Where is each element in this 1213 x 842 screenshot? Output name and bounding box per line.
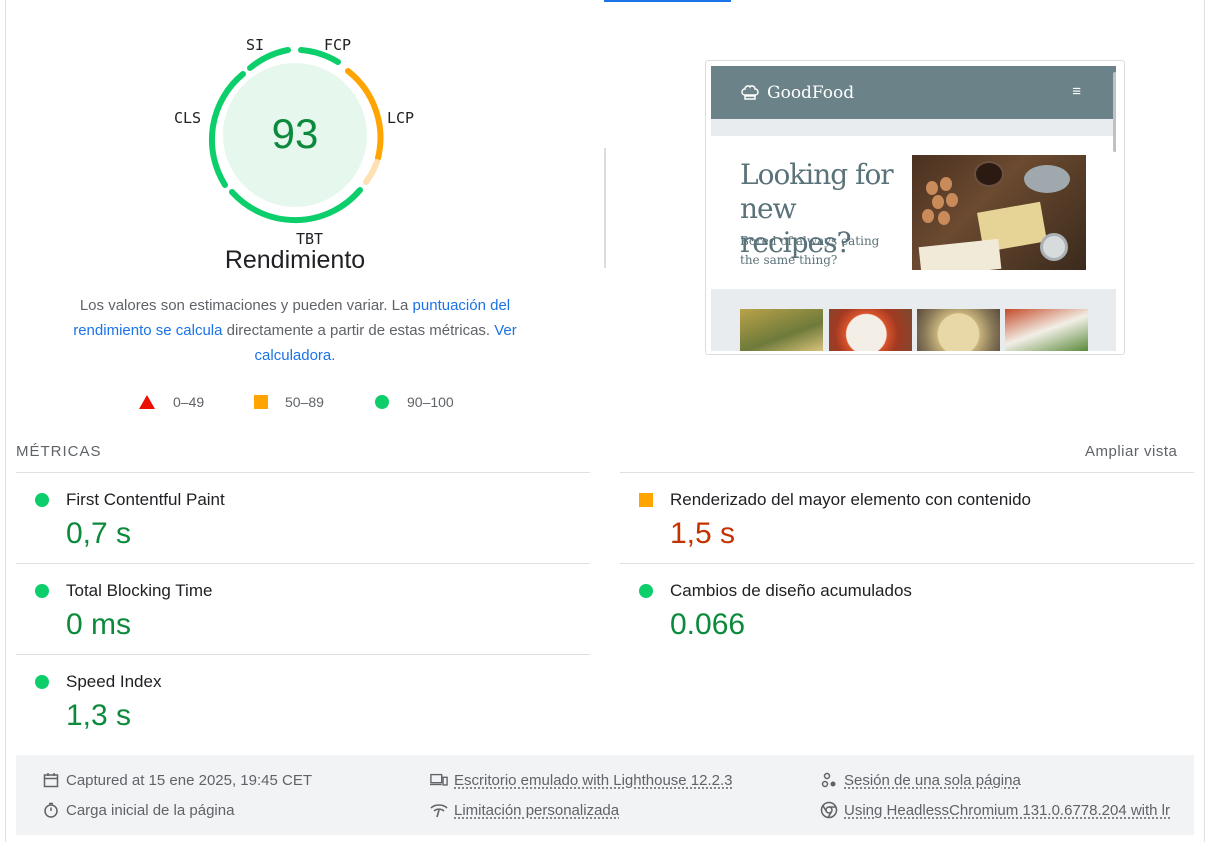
- preview-hero: Looking for new recipes? Bored of always…: [711, 136, 1116, 289]
- performance-score: 93: [271, 110, 319, 157]
- legend-label: 50–89: [285, 394, 324, 410]
- legend-item-poor: 0–49: [139, 394, 204, 410]
- metric-value: 0.066: [670, 608, 746, 641]
- preview-thumbnails: [740, 309, 1090, 351]
- preview-logo: GoodFood: [741, 83, 854, 103]
- description-text-2: directamente a partir de estas métricas.: [222, 322, 495, 339]
- good-status-icon: [35, 675, 49, 689]
- average-status-icon: [639, 493, 653, 507]
- metric-name: First Contentful Paint: [66, 490, 225, 509]
- preview-viewport: GoodFood ≡ Looking for new recipes? Bore…: [711, 66, 1116, 351]
- preview-brand: GoodFood: [767, 82, 855, 103]
- vertical-divider: [604, 148, 606, 268]
- gauge-label-lcp: LCP: [387, 109, 415, 127]
- gauge-segment-lcp-remainder: [363, 159, 380, 185]
- metric-name: Cambios de diseño acumulados: [670, 581, 912, 600]
- triangle-icon: [139, 395, 155, 409]
- square-icon: [254, 395, 268, 409]
- preview-hero-image: [912, 155, 1086, 270]
- legend-item-good: 90–100: [375, 394, 454, 410]
- devices-icon: [430, 771, 448, 789]
- metric-fcp[interactable]: First Contentful Paint 0,7 s: [16, 473, 590, 563]
- timer-icon: [42, 801, 60, 819]
- preview-scrollbar: [1113, 72, 1116, 152]
- good-status-icon: [35, 584, 49, 598]
- device-text[interactable]: Escritorio emulado with Lighthouse 12.2.…: [454, 772, 733, 789]
- session-info[interactable]: Sesión de una sola página: [820, 771, 1021, 789]
- load-type-info: Carga inicial de la página: [42, 801, 234, 819]
- person-nodes-icon: [820, 771, 838, 789]
- captured-info: Captured at 15 ene 2025, 19:45 CET: [42, 771, 312, 789]
- metric-name: Total Blocking Time: [66, 581, 213, 600]
- browser-info[interactable]: Using HeadlessChromium 131.0.6778.204 wi…: [820, 801, 1170, 819]
- legend-label: 90–100: [407, 394, 454, 410]
- good-status-icon: [35, 493, 49, 507]
- chef-hat-icon: [741, 84, 759, 100]
- metric-value: 0,7 s: [66, 517, 132, 550]
- gauge-label-cls: CLS: [174, 109, 202, 127]
- expand-view-button[interactable]: Ampliar vista: [1085, 443, 1177, 460]
- metrics-heading: MÉTRICAS: [16, 443, 102, 460]
- calendar-icon: [42, 771, 60, 789]
- performance-gauge: SI FCP LCP CLS TBT 93: [170, 30, 420, 250]
- preview-subheadline: Bored of always eating the same thing?: [740, 234, 880, 267]
- preview-thumbnail: [1005, 309, 1088, 351]
- metric-lcp[interactable]: Renderizado del mayor elemento con conte…: [620, 473, 1194, 563]
- metric-tbt[interactable]: Total Blocking Time 0 ms: [16, 564, 590, 654]
- device-info[interactable]: Escritorio emulado with Lighthouse 12.2.…: [430, 771, 733, 789]
- metric-value: 1,5 s: [670, 517, 736, 550]
- legend-label: 0–49: [173, 394, 205, 410]
- description-text: Los valores son estimaciones y pueden va…: [79, 297, 413, 314]
- gauge-label-fcp: FCP: [324, 36, 352, 54]
- runtime-settings: Captured at 15 ene 2025, 19:45 CET Carga…: [16, 755, 1194, 835]
- legend-item-average: 50–89: [254, 394, 324, 410]
- load-type-text: Carga inicial de la página: [66, 801, 235, 819]
- browser-text[interactable]: Using HeadlessChromium 131.0.6778.204 wi…: [844, 802, 1170, 819]
- gauge-label-si: SI: [246, 36, 265, 54]
- hamburger-menu-icon: ≡: [1072, 83, 1081, 100]
- chrome-icon: [820, 801, 838, 819]
- metric-value: 1,3 s: [66, 699, 132, 732]
- metric-name: Speed Index: [66, 672, 162, 691]
- good-status-icon: [639, 584, 653, 598]
- throttling-text[interactable]: Limitación personalizada: [454, 802, 619, 819]
- gauge-title: Rendimiento: [224, 246, 366, 274]
- preview-thumbnail: [917, 309, 1000, 351]
- metric-cls[interactable]: Cambios de diseño acumulados 0.066: [620, 564, 1194, 654]
- page-screenshot-preview[interactable]: GoodFood ≡ Looking for new recipes? Bore…: [705, 60, 1125, 355]
- metric-si[interactable]: Speed Index 1,3 s: [16, 655, 590, 745]
- circle-icon: [375, 395, 389, 409]
- network-signal-icon: [430, 801, 448, 819]
- preview-header: GoodFood ≡: [711, 66, 1116, 119]
- throttling-info[interactable]: Limitación personalizada: [430, 801, 619, 819]
- score-description: Los valores son estimaciones y pueden va…: [60, 293, 530, 368]
- metric-value: 0 ms: [66, 608, 132, 641]
- captured-text: Captured at 15 ene 2025, 19:45 CET: [66, 771, 313, 789]
- session-text[interactable]: Sesión de una sola página: [844, 772, 1021, 789]
- metric-name: Renderizado del mayor elemento con conte…: [670, 490, 1032, 509]
- preview-thumbnail: [829, 309, 912, 351]
- active-tab-indicator: [604, 0, 731, 2]
- preview-thumbnail: [740, 309, 823, 351]
